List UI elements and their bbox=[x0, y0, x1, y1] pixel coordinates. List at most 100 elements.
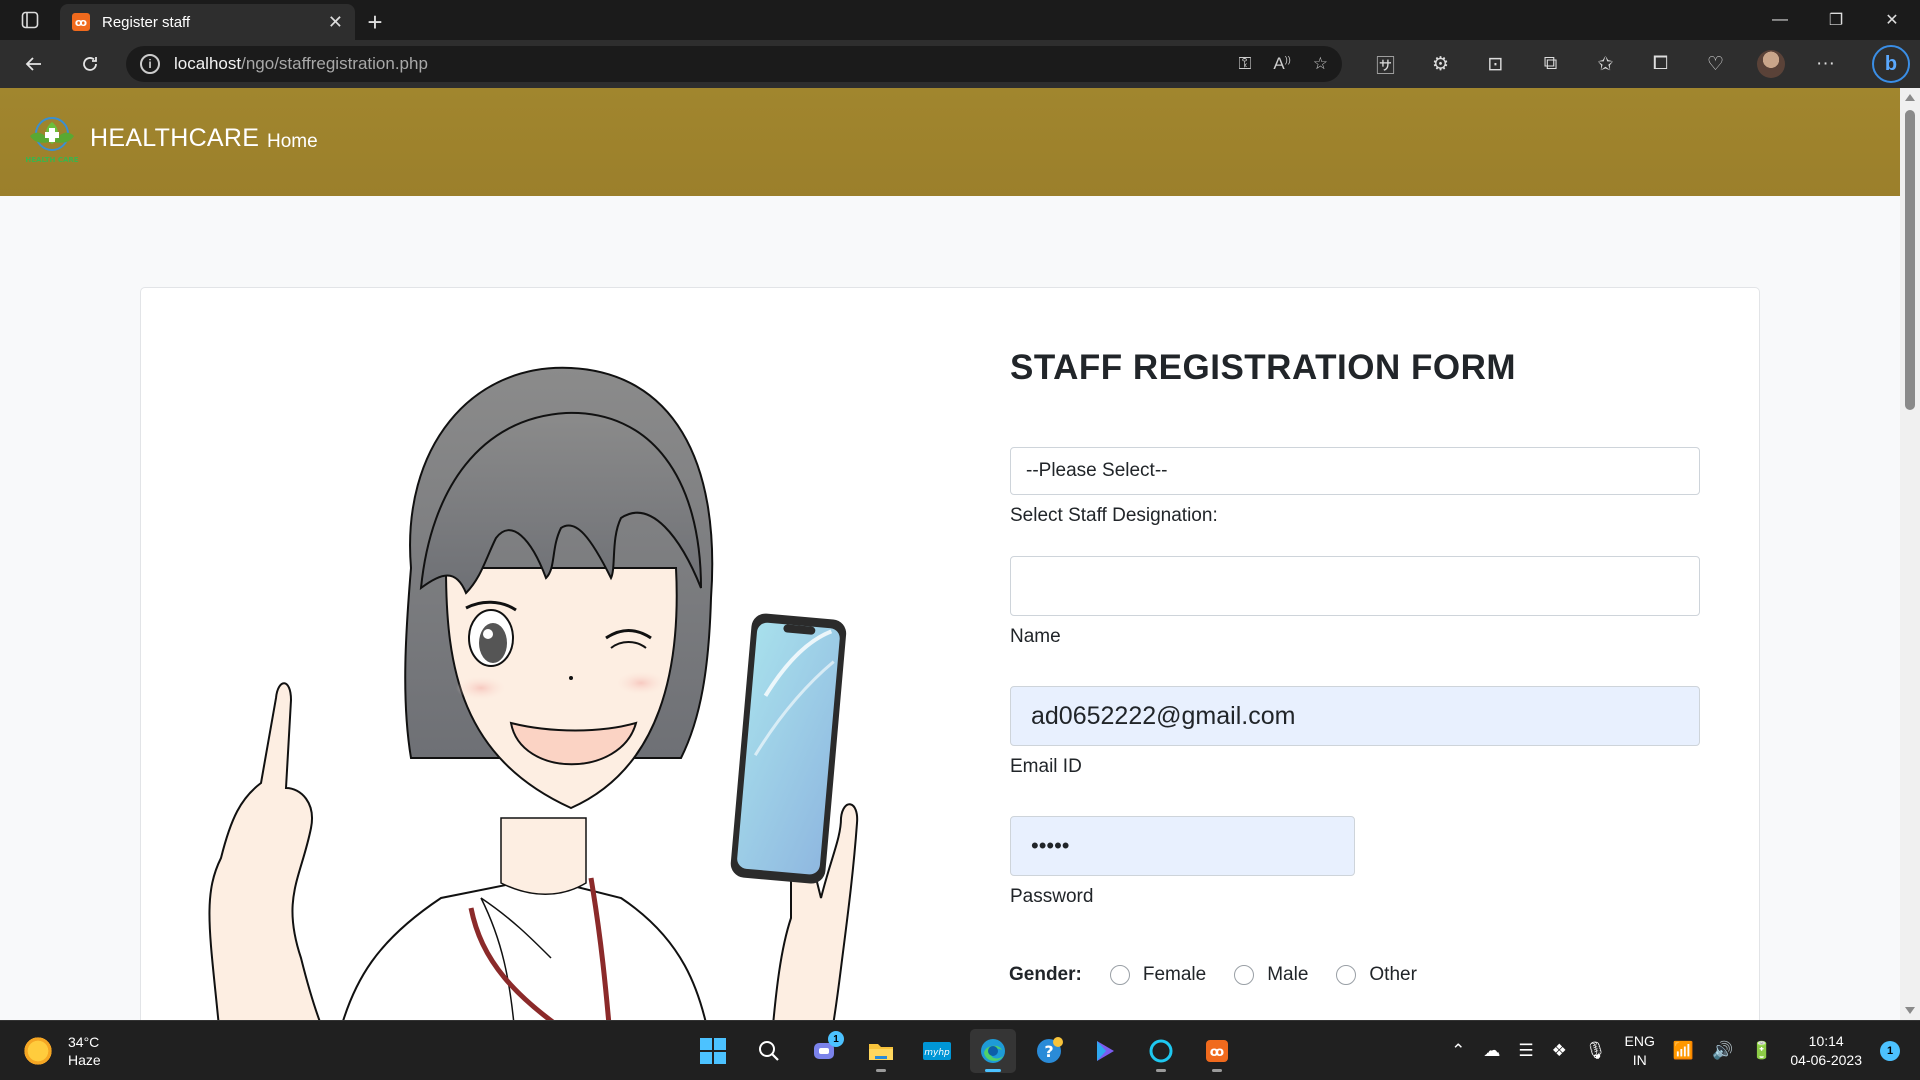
myhp-icon: myhp bbox=[923, 1042, 951, 1060]
file-explorer-button[interactable] bbox=[858, 1029, 904, 1073]
healthcare-logo-icon[interactable]: HEALTH CARE bbox=[22, 114, 82, 166]
nurse-illustration bbox=[208, 366, 859, 1020]
screenshot-icon[interactable]: ⊡ bbox=[1468, 40, 1523, 88]
more-menu-icon[interactable]: ··· bbox=[1798, 40, 1853, 88]
clock[interactable]: 10:14 04-06-2023 bbox=[1790, 1032, 1862, 1070]
radio-male[interactable] bbox=[1234, 965, 1255, 985]
xampp-icon: ꝏ bbox=[72, 13, 90, 31]
new-tab-button[interactable]: + bbox=[355, 4, 395, 40]
help-button[interactable]: ? bbox=[1026, 1029, 1072, 1073]
back-button[interactable] bbox=[8, 40, 60, 88]
weather-temp: 34°C bbox=[68, 1034, 100, 1050]
get-help-icon: ? bbox=[1037, 1037, 1063, 1063]
edge-browser-button[interactable] bbox=[970, 1029, 1016, 1073]
start-button[interactable] bbox=[690, 1029, 736, 1073]
url-path: /ngo/staffregistration.php bbox=[241, 54, 428, 73]
copilot-button[interactable] bbox=[1082, 1029, 1128, 1073]
tab-actions-button[interactable] bbox=[0, 0, 60, 40]
registration-card: STAFF REGISTRATION FORM --Please Select-… bbox=[140, 287, 1760, 1020]
scrollbar-thumb[interactable] bbox=[1905, 110, 1915, 410]
svg-text:ꝏ: ꝏ bbox=[1210, 1045, 1224, 1060]
address-bar-row: i localhost/ngo/staffregistration.php ⚿ … bbox=[0, 40, 1920, 88]
onedrive-offline-icon[interactable]: ☁ bbox=[1483, 1041, 1500, 1061]
myhp-button[interactable]: myhp bbox=[914, 1029, 960, 1073]
nav-link-home[interactable]: Home bbox=[267, 131, 318, 153]
avatar bbox=[1756, 50, 1785, 78]
gender-option-male[interactable]: Male bbox=[1234, 964, 1308, 986]
staff-designation-select[interactable]: --Please Select-- bbox=[1010, 447, 1700, 495]
xampp-button[interactable]: ꝏ bbox=[1194, 1029, 1240, 1073]
dropbox-icon[interactable]: ❖ bbox=[1552, 1041, 1567, 1061]
email-input[interactable]: ad0652222@gmail.com bbox=[1010, 686, 1700, 746]
site-info-icon[interactable]: i bbox=[140, 54, 160, 74]
url-field[interactable]: i localhost/ngo/staffregistration.php ⚿ … bbox=[126, 46, 1342, 82]
lang-top: ENG bbox=[1624, 1033, 1655, 1049]
wifi-icon[interactable]: 📶 bbox=[1673, 1041, 1694, 1061]
gender-option-female[interactable]: Female bbox=[1109, 964, 1207, 986]
back-arrow-icon bbox=[25, 57, 41, 71]
browser-tab[interactable]: ꝏ Register staff ✕ bbox=[60, 4, 355, 40]
radio-other[interactable] bbox=[1336, 965, 1357, 985]
microphone-icon[interactable]: 🎙 bbox=[1585, 1041, 1607, 1061]
scroll-up-icon[interactable] bbox=[1905, 94, 1915, 101]
lang-bottom: IN bbox=[1632, 1052, 1647, 1068]
windows-logo-icon bbox=[700, 1038, 726, 1064]
name-input[interactable] bbox=[1010, 556, 1700, 616]
radio-female[interactable] bbox=[1109, 965, 1130, 985]
password-input[interactable]: ••••• bbox=[1010, 816, 1355, 876]
notification-badge[interactable]: 1 bbox=[1880, 1041, 1900, 1061]
restore-icon[interactable]: ❐ bbox=[1808, 0, 1864, 40]
scroll-down-icon[interactable] bbox=[1905, 1007, 1915, 1014]
collections-icon[interactable]: ⧠ bbox=[1633, 40, 1688, 88]
tab-title: Register staff bbox=[102, 13, 191, 31]
page-scrollbar[interactable] bbox=[1900, 88, 1920, 1020]
profile-button[interactable] bbox=[1743, 40, 1798, 88]
name-label: Name bbox=[1010, 626, 1061, 647]
alexa-button[interactable] bbox=[1138, 1029, 1184, 1073]
url-host: localhost bbox=[174, 54, 242, 73]
folder-icon bbox=[869, 1044, 893, 1060]
read-aloud-icon[interactable]: A)) bbox=[1273, 54, 1290, 74]
extensions-puzzle-icon[interactable]: ⧉ bbox=[1523, 40, 1578, 88]
windows-taskbar: 34°C Haze 1 myhp ? ꝏ ⌃ ☁ ☰ ❖ 🎙 ENG IN 📶 … bbox=[0, 1020, 1920, 1080]
close-tab-icon[interactable]: ✕ bbox=[328, 12, 343, 33]
gender-radio-group: Gender: Female Male Other bbox=[1009, 964, 1445, 986]
add-favorite-icon[interactable]: ☆ bbox=[1313, 54, 1328, 74]
xampp-icon: ꝏ bbox=[1206, 1040, 1228, 1062]
refresh-button[interactable] bbox=[64, 40, 116, 88]
close-window-icon[interactable]: ✕ bbox=[1864, 0, 1920, 40]
brand-name[interactable]: HEALTHCARE bbox=[90, 124, 259, 153]
bing-copilot-icon[interactable]: b bbox=[1872, 45, 1910, 83]
form-title: STAFF REGISTRATION FORM bbox=[1010, 348, 1516, 387]
site-navbar: HEALTH CARE HEALTHCARE Home bbox=[0, 88, 1900, 196]
extension-toolbar: 🈂 ⚙ ⊡ ⧉ ✩ ⧠ ♡ ··· bbox=[1358, 40, 1853, 88]
search-icon bbox=[759, 1041, 779, 1061]
gender-option-other[interactable]: Other bbox=[1336, 964, 1417, 986]
logo-text: HEALTH CARE bbox=[25, 156, 78, 164]
translate-icon[interactable]: 🈂 bbox=[1358, 40, 1413, 88]
favorites-icon[interactable]: ✩ bbox=[1578, 40, 1633, 88]
copilot-icon bbox=[1097, 1041, 1114, 1061]
clock-date: 04-06-2023 bbox=[1790, 1052, 1862, 1068]
show-hidden-icons-chevron-up-icon[interactable]: ⌃ bbox=[1451, 1041, 1465, 1061]
teams-chat-button[interactable]: 1 bbox=[802, 1029, 848, 1073]
key-icon[interactable]: ⚿ bbox=[1238, 54, 1251, 74]
battery-icon[interactable]: 🔋 bbox=[1751, 1041, 1772, 1061]
extension-icon[interactable]: ⚙ bbox=[1413, 40, 1468, 88]
tab-actions-icon bbox=[21, 11, 39, 29]
minimize-icon[interactable]: — bbox=[1752, 0, 1808, 40]
weather-widget[interactable]: 34°C Haze bbox=[22, 1033, 101, 1069]
svg-text:myhp: myhp bbox=[924, 1048, 950, 1058]
svg-text:?: ? bbox=[1044, 1042, 1053, 1061]
performance-heart-icon[interactable]: ♡ bbox=[1688, 40, 1743, 88]
refresh-icon bbox=[83, 57, 97, 71]
input-language[interactable]: ENG IN bbox=[1625, 1032, 1655, 1070]
designation-label: Select Staff Designation: bbox=[1010, 505, 1218, 526]
window-controls: — ❐ ✕ bbox=[1752, 0, 1920, 40]
gender-female-label: Female bbox=[1142, 964, 1207, 985]
volume-icon[interactable]: 🔊 bbox=[1712, 1041, 1733, 1061]
gender-male-label: Male bbox=[1267, 964, 1309, 985]
task-list-icon[interactable]: ☰ bbox=[1518, 1041, 1533, 1061]
edge-icon bbox=[981, 1039, 1005, 1063]
search-button[interactable] bbox=[746, 1029, 792, 1073]
